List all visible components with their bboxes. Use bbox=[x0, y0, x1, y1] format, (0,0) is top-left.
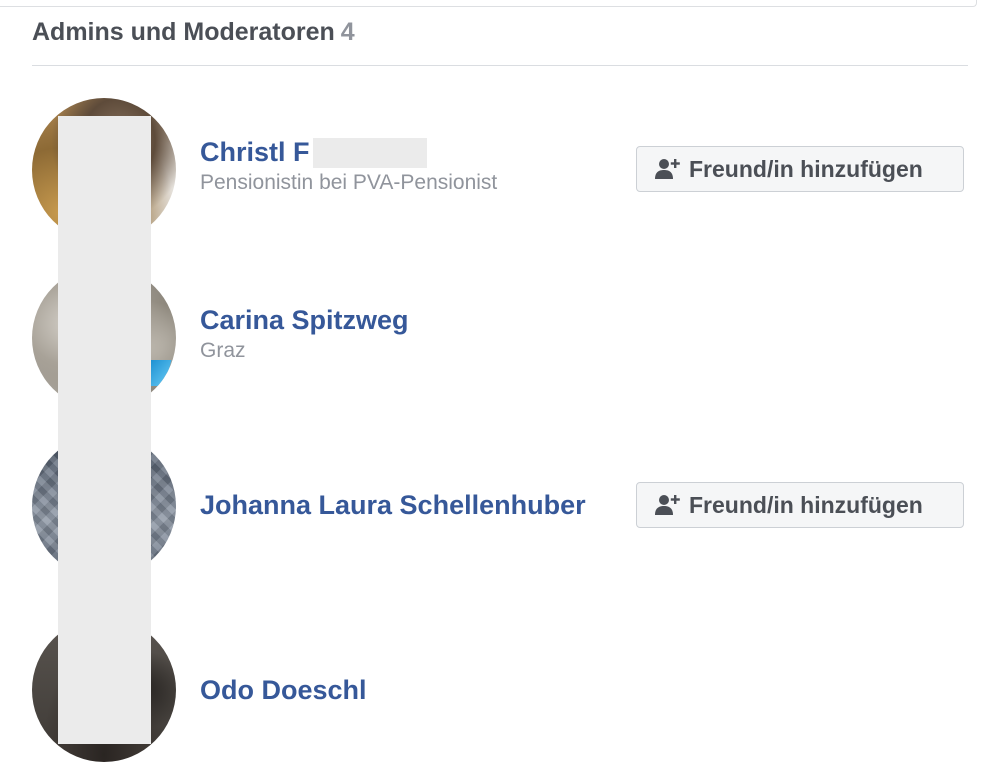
redaction-bar bbox=[58, 116, 151, 744]
add-friend-label: Freund/in hinzufügen bbox=[689, 155, 923, 182]
section-title-text: Admins und Moderatoren bbox=[32, 18, 335, 46]
user-plus-icon bbox=[655, 159, 680, 179]
group-members-panel: Admins und Moderatoren 4 Christl F Pensio… bbox=[0, 0, 986, 784]
add-friend-button[interactable]: Freund/in hinzufügen bbox=[636, 482, 964, 528]
member-info: Johanna Laura Schellenhuber bbox=[200, 489, 586, 521]
member-subtitle: Graz bbox=[200, 339, 246, 362]
panel-top-border bbox=[0, 0, 977, 7]
member-name-link[interactable]: Johanna Laura Schellenhuber bbox=[200, 489, 586, 521]
member-info: Carina Spitzweg Graz bbox=[200, 304, 409, 364]
member-row: Odo Doeschl bbox=[32, 618, 968, 762]
redaction-block bbox=[313, 138, 427, 168]
member-subtitle: Pensionistin bei PVA-Pensionist bbox=[200, 171, 498, 194]
member-name-link[interactable]: Odo Doeschl bbox=[200, 674, 367, 706]
member-name-link[interactable]: Carina Spitzweg bbox=[200, 304, 409, 336]
member-info: Odo Doeschl bbox=[200, 674, 367, 706]
user-plus-icon bbox=[655, 495, 680, 515]
member-row: Carina Spitzweg Graz bbox=[32, 266, 968, 410]
section-header: Admins und Moderatoren 4 bbox=[32, 14, 968, 66]
add-friend-button[interactable]: Freund/in hinzufügen bbox=[636, 146, 964, 192]
member-row: Christl F Pensionistin bei PVA-Pensionis… bbox=[32, 98, 968, 242]
section-member-count: 4 bbox=[340, 18, 355, 46]
add-friend-label: Freund/in hinzufügen bbox=[689, 491, 923, 518]
member-row: Johanna Laura Schellenhuber Freund/in hi… bbox=[32, 434, 968, 578]
section-title: Admins und Moderatoren 4 bbox=[32, 18, 355, 47]
